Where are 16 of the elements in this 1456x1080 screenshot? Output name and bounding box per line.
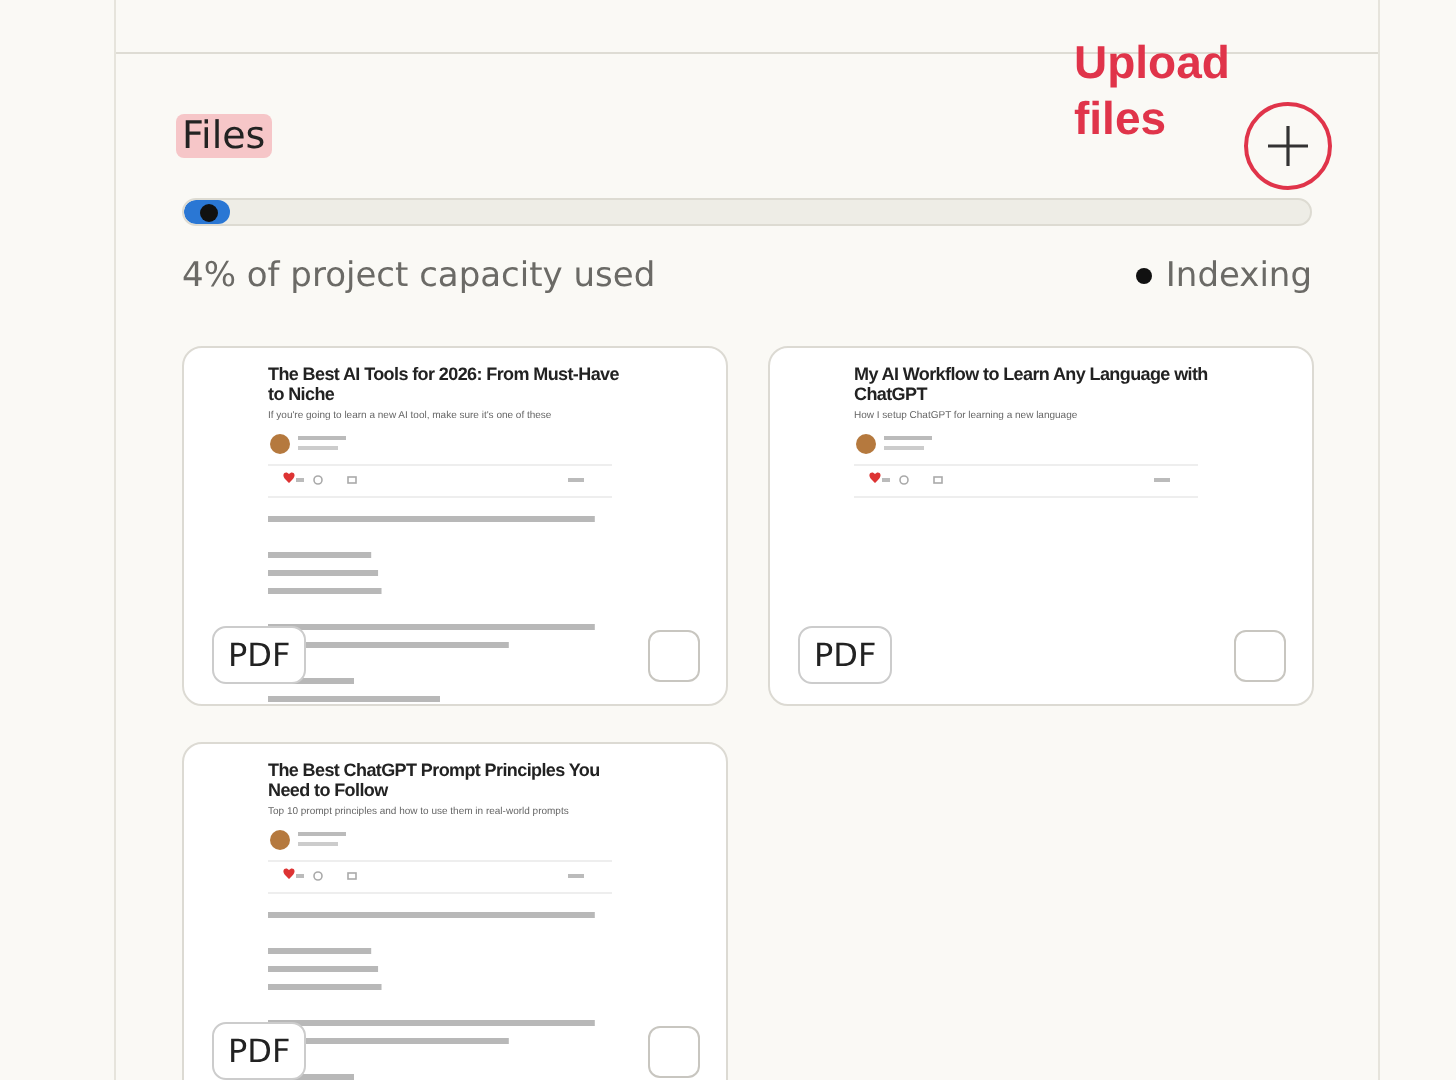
- file-type-badge: PDF: [212, 626, 307, 684]
- document-title: The Best AI Tools for 2026: From Must-Have to Niche: [268, 364, 621, 404]
- annotation-label: Upload files: [1074, 34, 1232, 146]
- document-title: The Best ChatGPT Prompt Principles You Need to Follow: [268, 760, 602, 800]
- select-checkbox[interactable]: [648, 1026, 700, 1078]
- select-checkbox[interactable]: [1234, 630, 1286, 682]
- section-title: Files: [176, 114, 272, 158]
- status-dot-icon: [1135, 268, 1152, 284]
- upload-button[interactable]: [1244, 102, 1332, 190]
- file-type-badge: PDF: [212, 1022, 307, 1080]
- select-checkbox[interactable]: [648, 630, 700, 682]
- capacity-label: 4% of project capacity used: [182, 256, 658, 296]
- document-title: My AI Workflow to Learn Any Language with ChatGPT: [854, 364, 1210, 404]
- plus-icon: [1266, 124, 1310, 168]
- status-label: Indexing: [1165, 256, 1312, 296]
- file-type-badge: PDF: [798, 626, 893, 684]
